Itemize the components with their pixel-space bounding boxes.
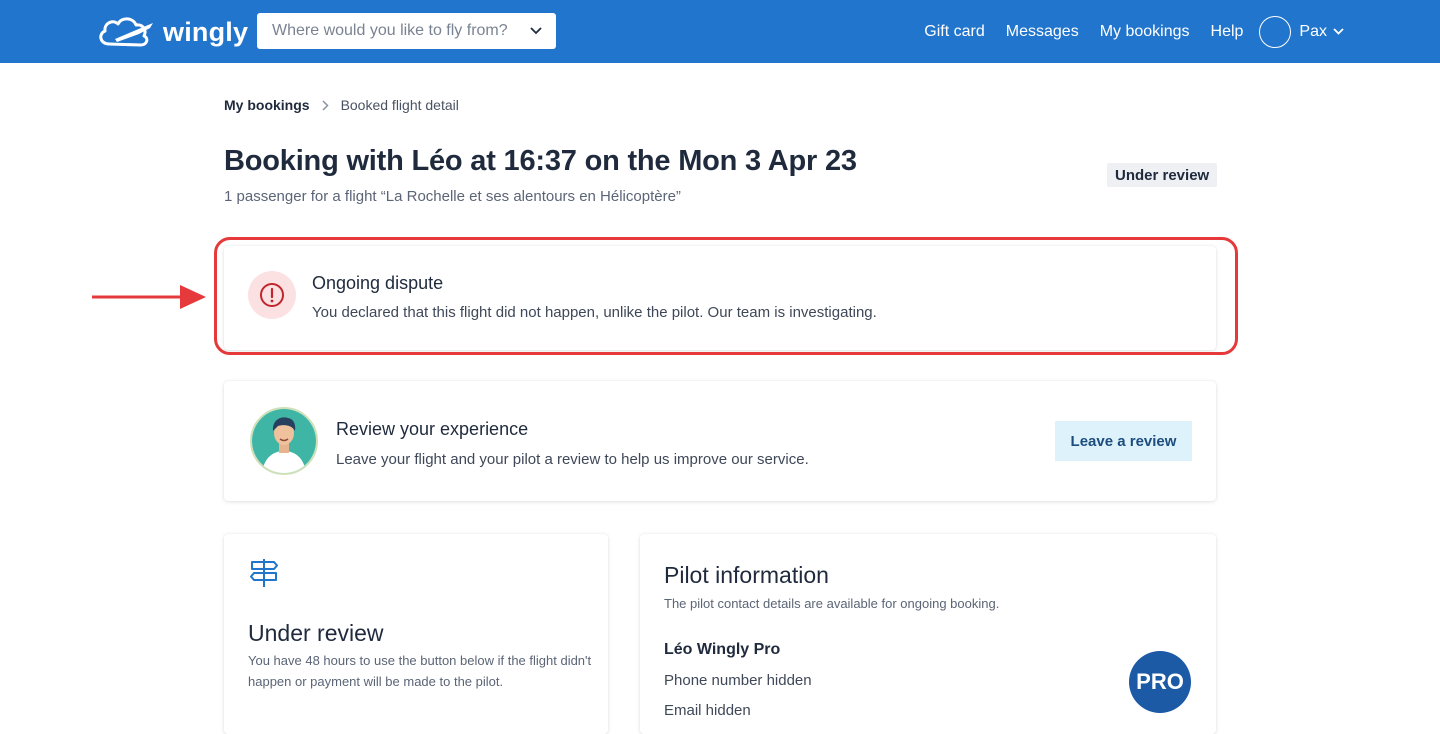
pilot-illustration — [250, 407, 318, 475]
chevron-down-icon — [1333, 28, 1344, 35]
review-title: Review your experience — [336, 419, 529, 439]
arrow-right-icon — [92, 285, 206, 309]
avatar — [1259, 15, 1292, 48]
review-card: Review your experience Leave your flight… — [224, 381, 1216, 501]
breadcrumb: My bookings Booked flight detail — [224, 97, 459, 113]
cloud-plane-logo-icon — [99, 17, 153, 47]
booking-subtitle: 1 passenger for a flight “La Rochelle et… — [224, 188, 681, 205]
highlight-annotation — [214, 237, 1238, 355]
leave-review-button[interactable]: Leave a review — [1055, 421, 1192, 461]
main-nav: Gift card Messages My bookings Help Pax — [924, 0, 1344, 63]
nav-messages[interactable]: Messages — [1006, 23, 1079, 41]
signpost-icon — [250, 559, 278, 587]
status-card-title: Under review — [248, 620, 384, 646]
nav-my-bookings[interactable]: My bookings — [1100, 23, 1190, 41]
status-card-description: You have 48 hours to use the button belo… — [248, 653, 592, 689]
nav-gift-card[interactable]: Gift card — [924, 23, 984, 41]
user-name: Pax — [1299, 22, 1327, 40]
search-placeholder: Where would you like to fly from? — [272, 22, 508, 39]
status-card: Under review You have 48 hours to use th… — [224, 534, 608, 734]
breadcrumb-my-bookings[interactable]: My bookings — [224, 97, 310, 113]
chevron-right-icon — [322, 99, 329, 111]
chevron-down-icon — [530, 22, 542, 40]
pilot-information-card: Pilot information The pilot contact deta… — [640, 534, 1216, 734]
pro-badge: PRO — [1129, 651, 1191, 713]
pilot-phone: Phone number hidden — [664, 672, 812, 689]
pilot-name: Léo Wingly Pro — [664, 641, 781, 658]
pilot-card-title: Pilot information — [664, 562, 829, 588]
status-badge: Under review — [1107, 163, 1218, 187]
logo-wordmark: wingly — [163, 16, 249, 47]
nav-help[interactable]: Help — [1211, 23, 1244, 41]
breadcrumb-current: Booked flight detail — [340, 97, 459, 113]
user-menu[interactable]: Pax — [1259, 15, 1344, 48]
page-title: Booking with Léo at 16:37 on the Mon 3 A… — [224, 145, 857, 177]
wingly-logo[interactable]: wingly — [95, 12, 248, 52]
top-navigation-bar: wingly Where would you like to fly from?… — [0, 0, 1440, 63]
pilot-email: Email hidden — [664, 702, 751, 719]
departure-search-select[interactable]: Where would you like to fly from? — [257, 13, 556, 49]
pilot-card-subtitle: The pilot contact details are available … — [664, 596, 1000, 611]
review-description: Leave your flight and your pilot a revie… — [336, 451, 809, 468]
